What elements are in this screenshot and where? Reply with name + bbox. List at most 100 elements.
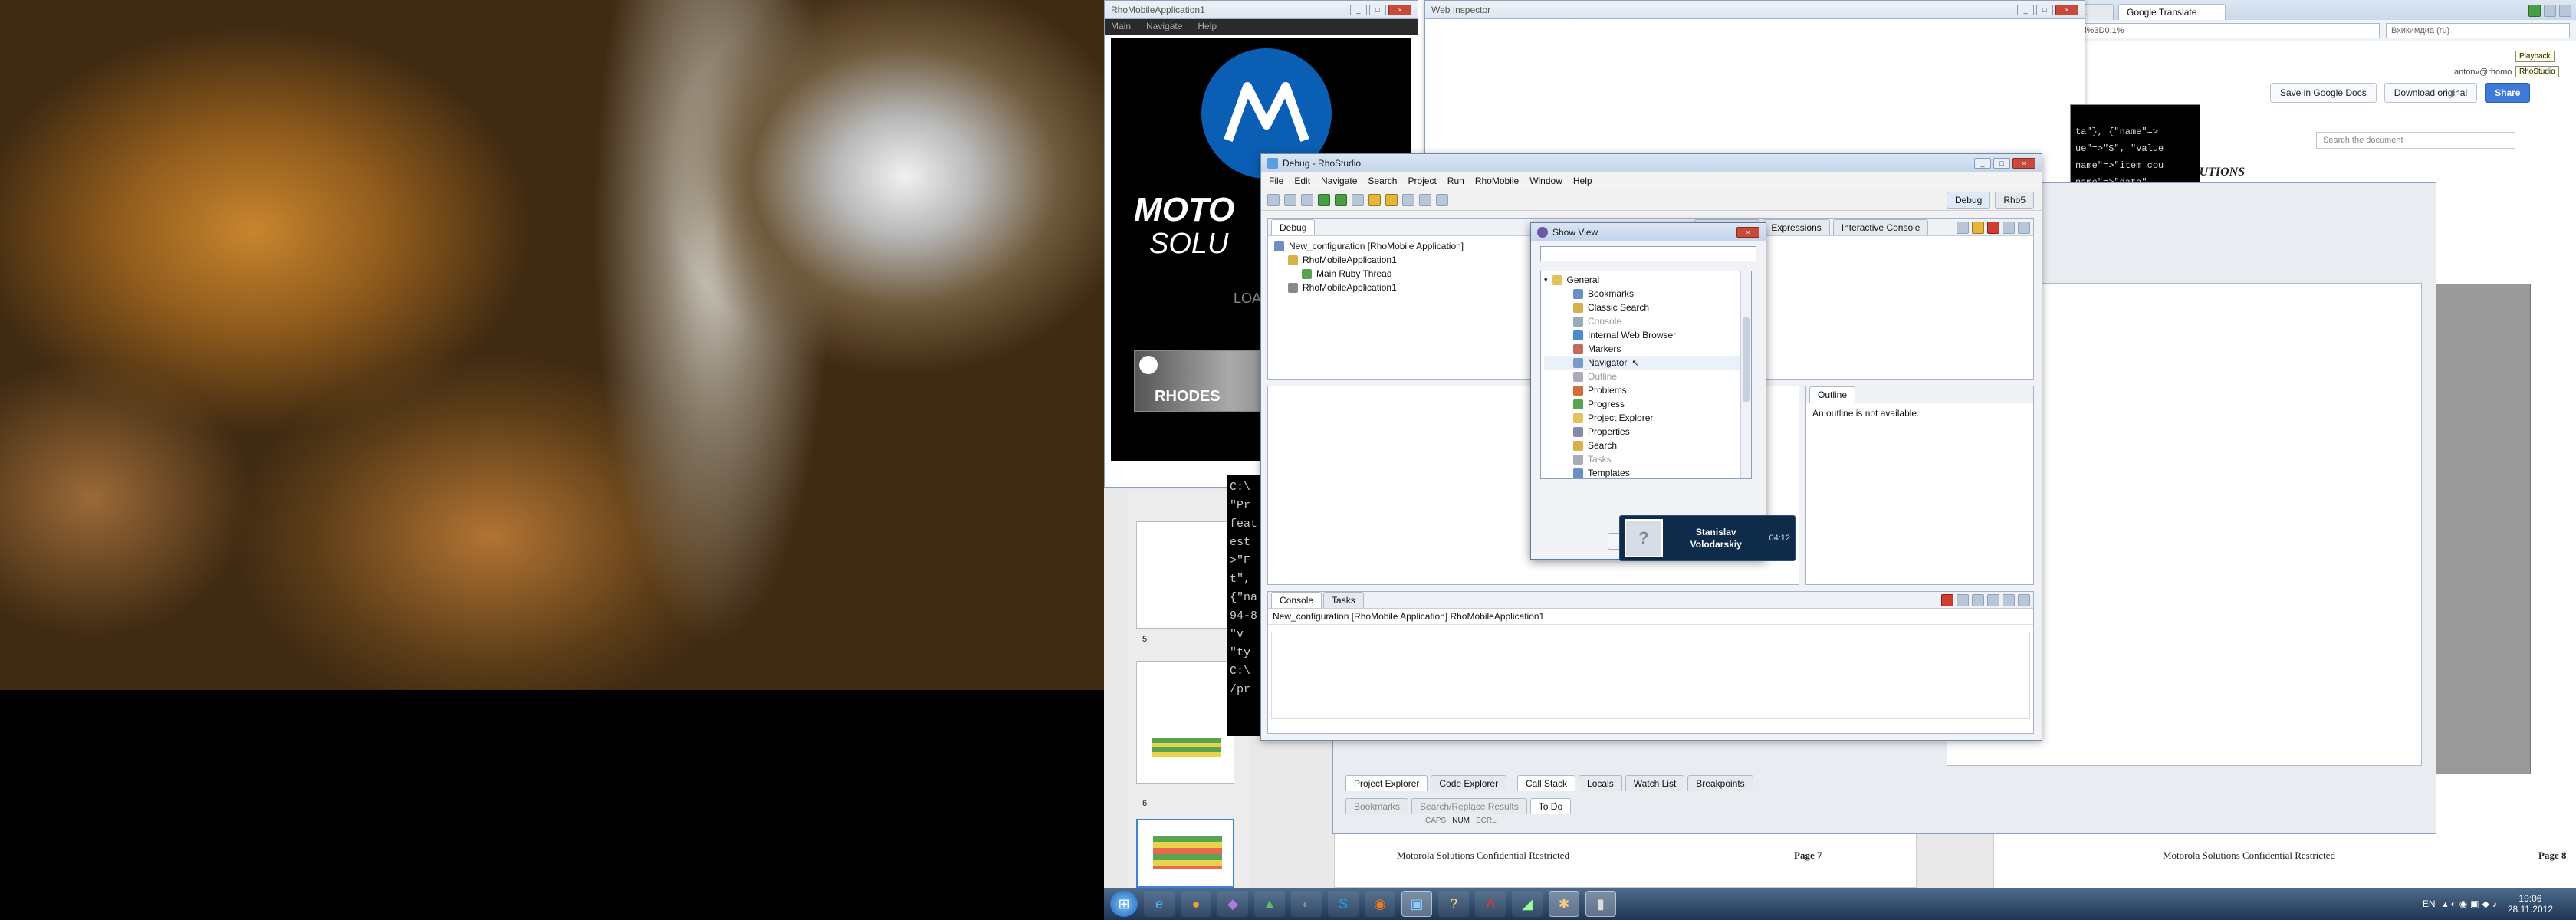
menu-main[interactable]: Main [1111,21,1131,33]
menu-search[interactable]: Search [1368,176,1397,186]
tab-interactive-console[interactable]: Interactive Console [1832,219,1929,235]
menu-help[interactable]: Help [1573,176,1592,186]
tab-tasks[interactable]: Tasks [1323,592,1364,608]
maximize-icon[interactable]: □ [1369,4,1386,15]
tab-breakpoints[interactable]: Breakpoints [1687,775,1753,791]
show-desktop-button[interactable] [2561,891,2570,917]
skype-icon[interactable]: S [1328,891,1359,917]
eclipse-icon[interactable]: ◢ [1512,891,1543,917]
clock[interactable]: 19:06 28.11.2012 [2508,893,2553,915]
menu-window[interactable]: Window [1530,176,1562,186]
open-folder-icon[interactable] [1385,193,1398,206]
tab-to-do[interactable]: To Do [1530,798,1572,814]
open-type-icon[interactable] [1368,193,1381,206]
view-item[interactable]: Internal Web Browser [1544,328,1748,342]
tree-category-general[interactable]: ▾ General [1544,273,1748,287]
tab-console[interactable]: Console [1271,592,1322,608]
tab-locals[interactable]: Locals [1579,775,1622,791]
menu-edit[interactable]: Edit [1294,176,1310,186]
help-icon[interactable]: ? [1438,891,1469,917]
collapse-icon[interactable]: ▾ [1544,276,1548,284]
download-original-button[interactable]: Download original [2384,83,2478,103]
back-icon[interactable] [1419,193,1431,206]
view-item[interactable]: Templates [1544,466,1748,478]
resume-icon[interactable] [1957,221,1969,234]
step-into-icon[interactable] [2003,221,2015,234]
playback-icon[interactable] [2528,5,2541,17]
menu-project[interactable]: Project [1408,176,1436,186]
maximize-icon[interactable]: □ [2036,4,2053,15]
minimize-icon[interactable]: _ [1974,157,1991,169]
menu-file[interactable]: File [1269,176,1283,186]
view-item[interactable]: Problems [1544,383,1748,397]
browser-ball-icon[interactable]: ◐ [1291,891,1322,917]
media-player-icon[interactable]: ● [1181,891,1211,917]
search-document-field[interactable]: Search the document [2316,132,2515,149]
tab-outline[interactable]: Outline [1809,386,1856,402]
menu-rhomobile[interactable]: RhoMobile [1475,176,1519,186]
filter-input[interactable] [1540,246,1756,261]
menu-run[interactable]: Run [1447,176,1464,186]
debug-icon[interactable] [1318,193,1330,206]
display-console-icon[interactable] [2018,593,2030,606]
terminate-icon[interactable] [1987,221,1999,234]
tray-icons[interactable]: ▴◐◉▣◆♪ [2443,899,2500,909]
view-item[interactable]: Classic Search [1544,301,1748,314]
view-item-disabled[interactable]: Tasks [1544,452,1748,466]
view-item-hovered[interactable]: Navigator ↖ [1544,356,1748,370]
firefox-icon[interactable]: ◉ [1365,891,1395,917]
cmd-icon[interactable]: ▮ [1585,891,1616,917]
monitor-icon[interactable]: ▣ [1401,891,1432,917]
save-google-docs-button[interactable]: Save in Google Docs [2270,83,2377,103]
external-tools-icon[interactable] [1352,193,1364,206]
view-item[interactable]: Markers [1544,342,1748,356]
browser-tab-translate[interactable]: Google Translate [2118,4,2226,20]
pause-icon[interactable] [2544,5,2556,17]
view-item-disabled[interactable]: Console [1544,314,1748,328]
tab-debug[interactable]: Debug [1271,219,1316,235]
perspective-rho[interactable]: Rho5 [1995,191,2034,209]
run-icon[interactable] [1335,193,1347,206]
save-icon[interactable] [1284,193,1296,206]
forward-icon[interactable] [1436,193,1448,206]
stop-icon[interactable] [2559,5,2571,17]
console-output[interactable] [1271,632,2030,719]
visual-studio-icon[interactable]: ◆ [1217,891,1248,917]
app-icon[interactable]: ▲ [1254,891,1285,917]
clear-console-icon[interactable] [1972,593,1984,606]
minimize-icon[interactable]: _ [2017,4,2034,15]
start-button-icon[interactable]: ⊞ [1110,891,1138,917]
remove-launch-icon[interactable] [1957,593,1969,606]
language-indicator[interactable]: EN [2423,899,2436,909]
page-thumbnail-selected[interactable] [1136,819,1234,888]
page-thumbnail[interactable] [1136,521,1234,629]
search-icon[interactable] [1402,193,1414,206]
menu-navigate[interactable]: Navigate [1321,176,1357,186]
rhostudio-icon[interactable]: ✱ [1549,891,1579,917]
tab-search-replace[interactable]: Search/Replace Results [1411,798,1527,814]
menu-navigate[interactable]: Navigate [1146,21,1182,33]
terminate-icon[interactable] [1941,593,1953,606]
close-icon[interactable]: × [2013,157,2036,169]
minimize-icon[interactable]: _ [1350,4,1367,15]
browser-search-field[interactable]: Вхикимдиа (ru) [2386,22,2570,38]
view-item[interactable]: Bookmarks [1544,287,1748,301]
tab-code-explorer[interactable]: Code Explorer [1431,775,1507,791]
view-item[interactable]: Progress [1544,397,1748,411]
new-icon[interactable] [1267,193,1280,206]
scroll-lock-icon[interactable] [1987,593,1999,606]
view-item-disabled[interactable]: Outline [1544,370,1748,383]
acrobat-icon[interactable]: A [1475,891,1506,917]
suspend-icon[interactable] [1972,221,1984,234]
tab-project-explorer[interactable]: Project Explorer [1346,775,1428,791]
page-thumbnail[interactable] [1136,661,1234,784]
tab-watch-list[interactable]: Watch List [1625,775,1685,791]
close-icon[interactable]: × [2055,4,2078,15]
step-over-icon[interactable] [2018,221,2030,234]
tree-scrollbar[interactable] [1740,271,1751,478]
tab-call-stack[interactable]: Call Stack [1517,775,1576,791]
menu-help[interactable]: Help [1198,21,1217,33]
tab-expressions[interactable]: Expressions [1763,219,1830,235]
view-item[interactable]: Search [1544,439,1748,452]
pin-console-icon[interactable] [2003,593,2015,606]
